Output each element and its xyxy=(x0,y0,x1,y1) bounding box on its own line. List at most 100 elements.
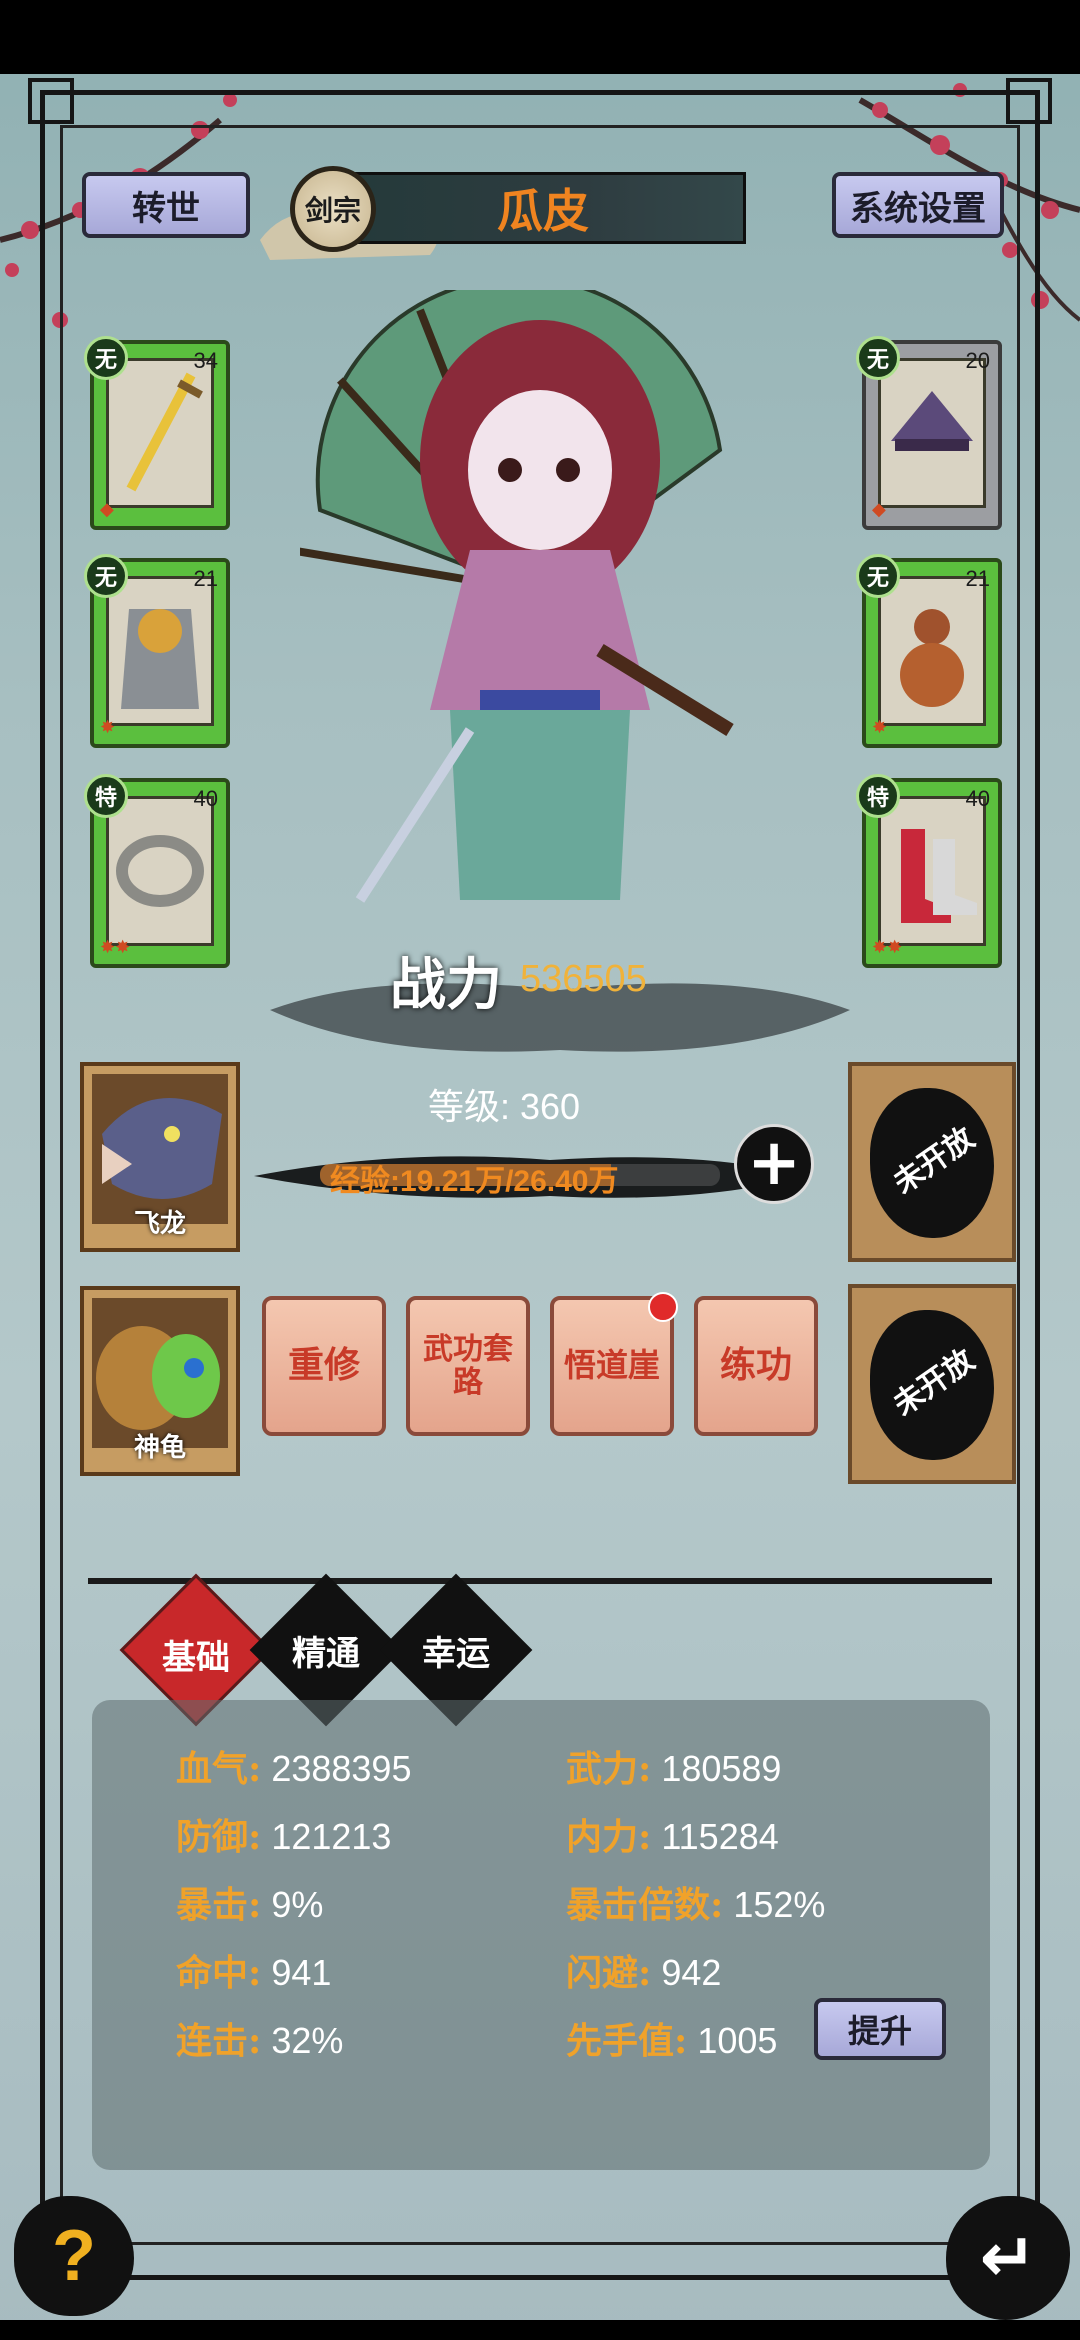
equip-tag: 特 xyxy=(84,774,128,818)
frame-corner xyxy=(28,78,74,124)
equip-level: 34 xyxy=(193,348,218,373)
upgrade-button[interactable]: 提升 xyxy=(814,1998,946,2060)
gem-marker: ◆ xyxy=(100,499,114,520)
stat-value: 121213 xyxy=(271,1816,392,1857)
stat-value: 941 xyxy=(271,1952,332,1993)
game-screen: 转世 瓜皮 剑宗 系统设置 无 34 ◆ 无 21 ✸ 特 40 ✸✸ 无 20 xyxy=(0,0,1080,2340)
stat-row: 暴击: 9% xyxy=(176,1876,323,1928)
equip-slot-boots[interactable]: 特 40 ✸✸ xyxy=(856,774,1002,968)
return-arrow-icon: ↵ xyxy=(979,2218,1037,2298)
gem-marker: ✸ xyxy=(100,717,116,738)
equip-slot-armor[interactable]: 无 21 ✸ xyxy=(84,554,230,748)
equip-frame xyxy=(878,576,986,726)
equip-slot-weapon[interactable]: 无 34 ◆ xyxy=(84,336,230,530)
dragon-icon xyxy=(102,1098,222,1199)
notification-dot xyxy=(648,1292,678,1322)
stat-key: 血气: xyxy=(176,1748,262,1790)
stat-key: 闪避: xyxy=(566,1952,652,1994)
bottom-bar xyxy=(0,2320,1080,2340)
stat-key: 武力: xyxy=(566,1748,652,1790)
stat-key: 连击: xyxy=(176,2020,262,2062)
stat-value: 180589 xyxy=(661,1748,782,1789)
pet-picture xyxy=(92,1074,228,1224)
power-label: 战力 xyxy=(390,952,502,1018)
stat-key: 防御: xyxy=(176,1816,262,1858)
equip-level: 21 xyxy=(965,566,990,591)
frame-corner xyxy=(1006,78,1052,124)
hat-icon xyxy=(891,391,973,451)
sword-icon xyxy=(126,372,203,492)
stat-value: 942 xyxy=(661,1952,722,1993)
equip-frame xyxy=(106,358,214,508)
gem-marker: ✸✸ xyxy=(872,937,903,958)
turtle-icon xyxy=(96,1326,220,1430)
divider xyxy=(88,1578,992,1584)
rebirth-button[interactable]: 转世 xyxy=(82,172,250,238)
equip-tag: 无 xyxy=(84,554,128,598)
character-portrait xyxy=(300,290,734,903)
sect-badge: 剑宗 xyxy=(290,166,376,252)
stat-key: 暴击: xyxy=(176,1884,262,1926)
stat-row: 防御: 121213 xyxy=(176,1808,391,1860)
equip-slot-hat[interactable]: 无 20 ◆ xyxy=(856,336,1002,530)
gem-marker: ✸✸ xyxy=(100,937,131,958)
stat-row: 血气: 2388395 xyxy=(176,1740,411,1792)
equip-slot-ring[interactable]: 特 40 ✸✸ xyxy=(84,774,230,968)
back-button[interactable]: ↵ xyxy=(946,2196,1070,2320)
equip-slot-gourd[interactable]: 无 21 ✸ xyxy=(856,554,1002,748)
stat-row: 命中: 941 xyxy=(176,1944,331,1996)
equip-tag: 无 xyxy=(84,336,128,380)
pet-name: 神龟 xyxy=(133,1433,186,1463)
tab-label: 基础 xyxy=(162,1637,230,1678)
stat-row: 连击: 32% xyxy=(176,2012,343,2064)
equip-frame xyxy=(106,796,214,946)
locked-slot: 未开放 xyxy=(848,1062,1016,1262)
pet-slot-dragon[interactable]: 飞龙 xyxy=(80,1062,240,1252)
gourd-icon xyxy=(900,609,964,707)
stat-key: 命中: xyxy=(176,1952,262,1994)
retrain-button[interactable]: 重修 xyxy=(262,1296,386,1436)
stat-key: 暴击倍数: xyxy=(566,1884,724,1926)
stat-key: 内力: xyxy=(566,1816,652,1858)
stat-value: 115284 xyxy=(661,1816,779,1857)
equip-frame xyxy=(878,358,986,508)
exp-text: 经验:19.21万/26.40万 xyxy=(330,1165,619,1198)
equip-frame xyxy=(878,796,986,946)
equip-tag: 无 xyxy=(856,554,900,598)
stat-key: 先手值: xyxy=(566,2020,688,2062)
stat-row: 闪避: 942 xyxy=(566,1944,721,1996)
equip-frame xyxy=(106,576,214,726)
stat-value: 1005 xyxy=(697,2020,778,2061)
tab-label: 幸运 xyxy=(422,1633,490,1674)
player-name: 瓜皮 xyxy=(340,172,746,244)
equip-level: 40 xyxy=(965,786,990,811)
add-exp-button[interactable]: + xyxy=(734,1124,814,1204)
equip-tag: 无 xyxy=(856,336,900,380)
equip-level: 40 xyxy=(193,786,218,811)
equip-level: 20 xyxy=(965,348,990,373)
equip-tag: 特 xyxy=(856,774,900,818)
power-value: 536505 xyxy=(520,958,647,1000)
locked-slot: 未开放 xyxy=(848,1284,1016,1484)
stat-row: 武力: 180589 xyxy=(566,1740,781,1792)
tab-label: 精通 xyxy=(292,1633,360,1674)
pet-slot-turtle[interactable]: 神龟 xyxy=(80,1286,240,1476)
plus-icon: + xyxy=(747,1126,801,1200)
gem-marker: ✸ xyxy=(872,717,888,738)
pet-picture xyxy=(92,1298,228,1448)
settings-button[interactable]: 系统设置 xyxy=(832,172,1004,238)
stat-value: 32% xyxy=(271,2020,344,2061)
pet-name: 飞龙 xyxy=(133,1209,186,1239)
gem-marker: ◆ xyxy=(872,499,886,520)
stat-value: 152% xyxy=(733,1884,826,1925)
ring-icon xyxy=(116,835,204,907)
level-text: 等级: 360 xyxy=(428,1086,581,1127)
stat-value: 9% xyxy=(271,1884,324,1925)
armor-icon xyxy=(121,609,199,709)
stat-row: 先手值: 1005 xyxy=(566,2012,777,2064)
practice-button[interactable]: 练功 xyxy=(694,1296,818,1436)
stat-row: 内力: 115284 xyxy=(566,1808,779,1860)
boots-icon xyxy=(901,829,977,923)
martial-routine-button[interactable]: 武功套路 xyxy=(406,1296,530,1436)
help-button[interactable]: ? xyxy=(14,2196,134,2316)
